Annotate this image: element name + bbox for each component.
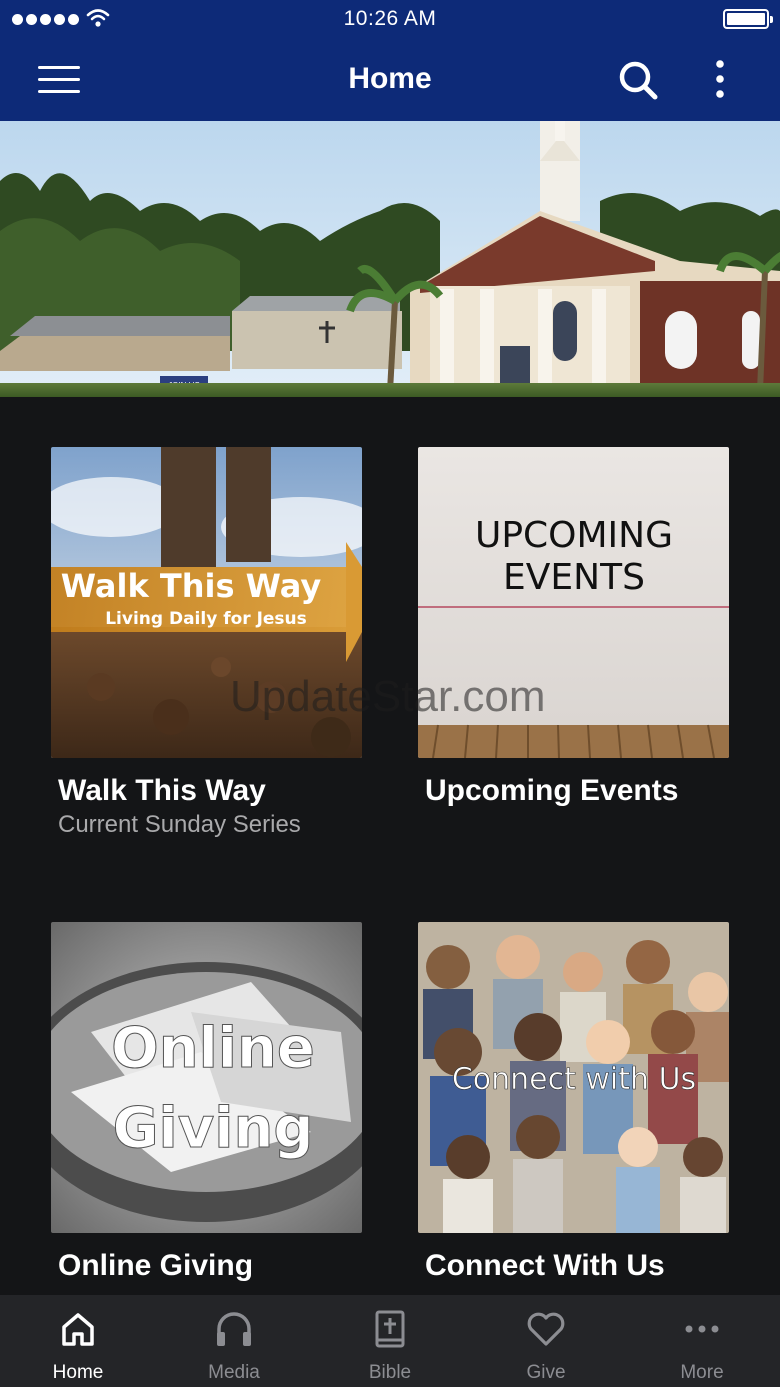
status-time: 10:26 AM: [343, 7, 437, 30]
tab-label: Bible: [368, 1362, 412, 1383]
upcoming-events-image-line2: EVENTS: [503, 557, 645, 598]
menu-button[interactable]: [38, 66, 80, 94]
heart-icon: [527, 1312, 565, 1346]
online-giving-thumbnail: Online Giving: [51, 922, 362, 1233]
upcoming-events-thumbnail: UPCOMING EVENTS: [418, 447, 729, 758]
tab-home[interactable]: Home: [0, 1295, 156, 1387]
tab-media[interactable]: Media: [156, 1295, 312, 1387]
card-subtitle: Current Sunday Series: [58, 811, 301, 838]
tab-more[interactable]: More: [624, 1295, 780, 1387]
walk-this-way-thumbnail: Walk This Way Living Daily for Jesus: [51, 447, 362, 758]
tab-label: Give: [526, 1362, 566, 1383]
bottom-tab-bar: Home Media Bible Give More: [0, 1295, 780, 1387]
connect-with-us-thumbnail: Connect with Us: [418, 922, 729, 1233]
status-bar: 10:26 AM: [0, 0, 780, 40]
home-icon: [62, 1313, 94, 1346]
tab-label: Media: [208, 1362, 260, 1383]
card-title: Online Giving: [58, 1249, 254, 1282]
card-title: Walk This Way: [58, 774, 266, 807]
more-options-icon[interactable]: [704, 58, 736, 102]
more-dots-icon: [685, 1325, 719, 1333]
tab-bible[interactable]: Bible: [312, 1295, 468, 1387]
upcoming-events-image-line1: UPCOMING: [475, 515, 673, 556]
card-upcoming-events[interactable]: UPCOMING EVENTS Upcoming Events: [418, 447, 729, 847]
tab-give[interactable]: Give: [468, 1295, 624, 1387]
hero-image: JOIN US: [0, 121, 780, 397]
tab-label: More: [680, 1362, 724, 1383]
card-walk-this-way[interactable]: Walk This Way Living Daily for Jesus Wal…: [51, 447, 362, 847]
tab-label: Home: [52, 1362, 104, 1383]
connect-with-us-image-title: Connect with Us: [452, 1062, 696, 1097]
walk-this-way-image-subtitle: Living Daily for Jesus: [105, 609, 307, 629]
bible-icon: [375, 1310, 405, 1348]
page-title: Home: [348, 62, 432, 95]
card-title: Upcoming Events: [425, 774, 679, 807]
headphones-icon: [217, 1312, 251, 1346]
card-connect-with-us[interactable]: Connect with Us Connect With Us: [418, 922, 729, 1292]
card-online-giving[interactable]: Online Giving Online Giving: [51, 922, 362, 1292]
online-giving-image-line2: Giving: [113, 1096, 314, 1161]
app-header: 10:26 AM Home: [0, 0, 780, 121]
walk-this-way-image-title: Walk This Way: [61, 567, 322, 605]
card-title: Connect With Us: [425, 1249, 665, 1282]
search-icon[interactable]: [617, 59, 659, 101]
online-giving-image-line1: Online: [111, 1016, 315, 1081]
battery-icon: [723, 9, 773, 29]
